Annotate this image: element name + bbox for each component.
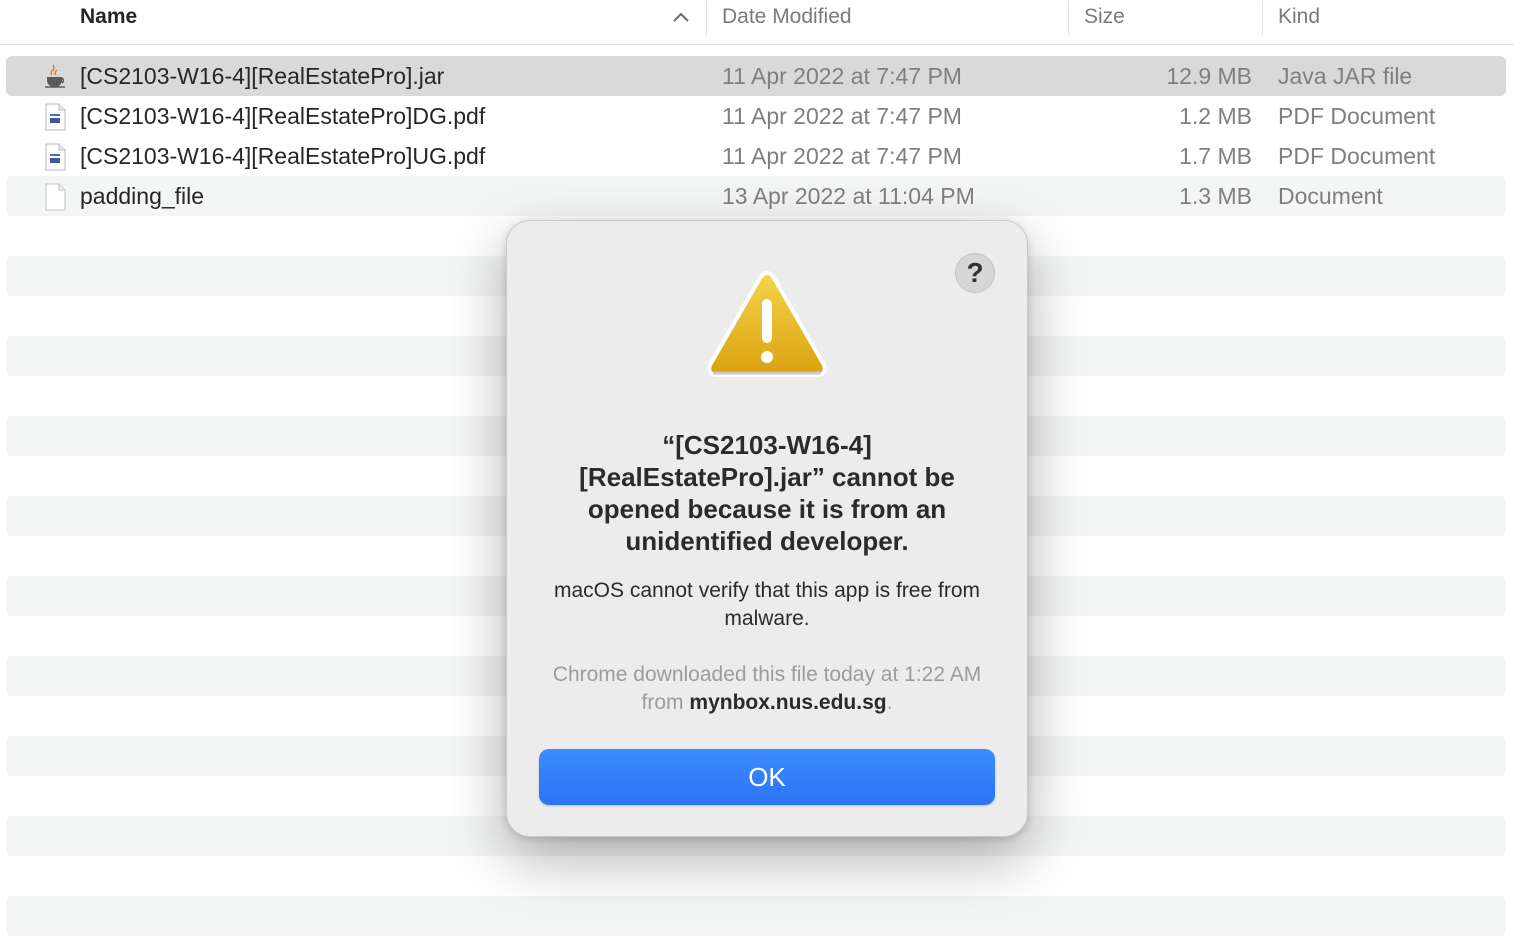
alert-download-info: Chrome downloaded this file today at 1:2… [537,661,997,717]
java-jar-icon [45,64,65,88]
file-row[interactable]: [CS2103-W16-4][RealEstatePro].jar 11 Apr… [6,56,1506,96]
file-kind: Document [1278,183,1383,209]
column-header-size[interactable]: Size [1084,0,1125,34]
alert-message: macOS cannot verify that this app is fre… [553,579,980,630]
file-name: [CS2103-W16-4][RealEstatePro]UG.pdf [80,143,486,169]
download-source-domain: mynbox.nus.edu.sg [689,691,887,714]
file-kind: Java JAR file [1278,63,1413,89]
file-date-modified: 13 Apr 2022 at 11:04 PM [722,183,975,209]
column-divider[interactable] [706,2,707,36]
column-header-kind[interactable]: Kind [1278,0,1320,34]
file-size: 1.3 MB [1179,183,1252,209]
file-size: 1.7 MB [1179,143,1252,169]
file-date-modified: 11 Apr 2022 at 7:47 PM [722,143,962,169]
chevron-up-icon[interactable] [672,10,690,24]
generic-file-icon [45,183,66,211]
file-row[interactable]: [CS2103-W16-4][RealEstatePro]UG.pdf 11 A… [6,136,1506,176]
column-header-name[interactable]: Name [80,0,137,34]
file-kind: PDF Document [1278,103,1436,129]
file-kind: PDF Document [1278,143,1436,169]
file-date-modified: 11 Apr 2022 at 7:47 PM [722,63,962,89]
help-button[interactable]: ? [955,253,995,293]
empty-row [6,896,1506,936]
column-header-bar: Name Date Modified Size Kind [0,0,1514,45]
alert-title: “[CS2103-W16-4] [RealEstatePro].jar” can… [579,430,955,556]
file-size: 1.2 MB [1179,103,1252,129]
file-size: 12.9 MB [1166,63,1252,89]
file-row[interactable]: padding_file 13 Apr 2022 at 11:04 PM 1.3… [6,176,1506,216]
warning-icon [707,271,827,377]
download-info-suffix: . [886,691,893,714]
unidentified-developer-alert: ? “[CS2103-W16-4] [RealEstatePro].jar” c… [506,220,1028,837]
file-name: [CS2103-W16-4][RealEstatePro]DG.pdf [80,103,486,129]
pdf-file-icon [45,103,66,131]
file-name: [CS2103-W16-4][RealEstatePro].jar [80,63,445,89]
pdf-file-icon [45,143,66,171]
column-header-date-modified[interactable]: Date Modified [722,0,852,34]
file-name: padding_file [80,183,205,209]
file-date-modified: 11 Apr 2022 at 7:47 PM [722,103,962,129]
file-row[interactable]: [CS2103-W16-4][RealEstatePro]DG.pdf 11 A… [6,96,1506,136]
column-divider[interactable] [1262,2,1263,36]
ok-button[interactable]: OK [539,749,995,805]
column-divider[interactable] [1068,2,1069,36]
